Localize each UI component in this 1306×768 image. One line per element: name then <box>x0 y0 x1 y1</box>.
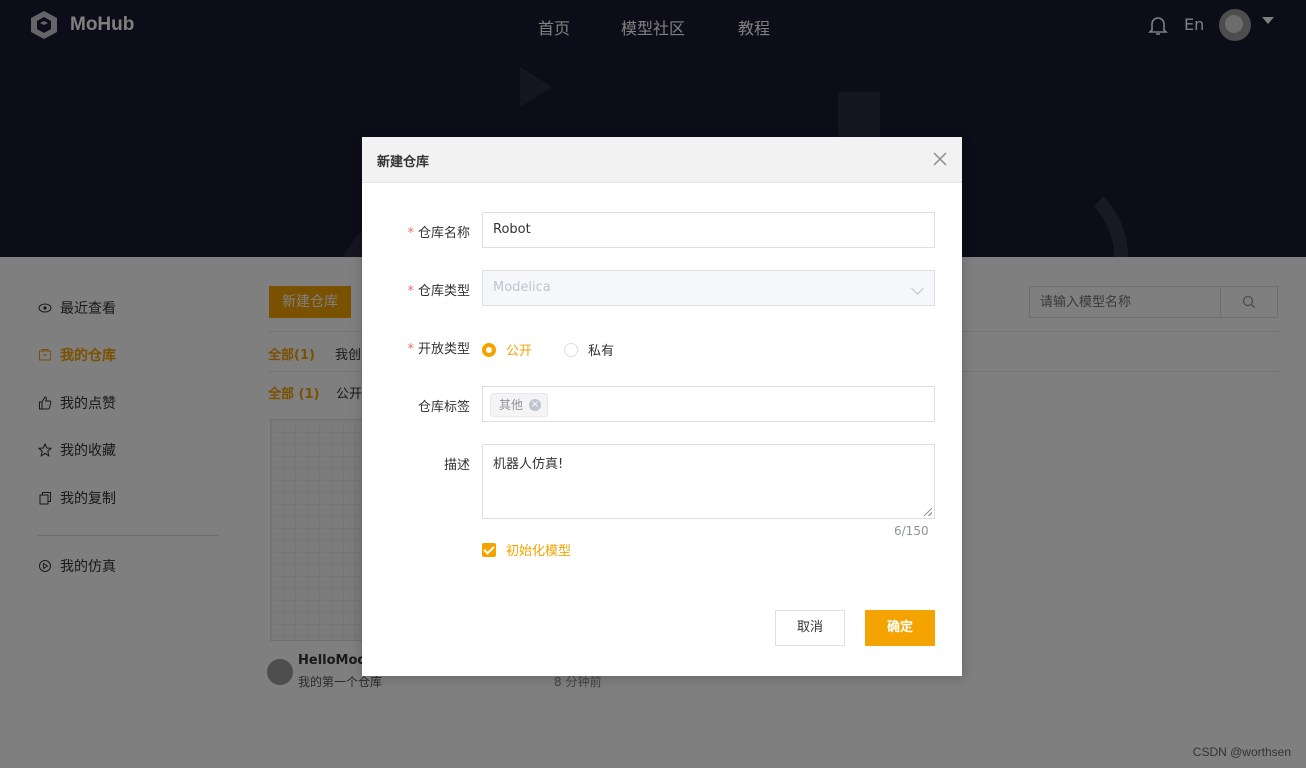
repo-type-value: Modelica <box>493 280 551 295</box>
description-label: 描述 <box>443 458 470 473</box>
repo-name-field[interactable]: Robot <box>482 212 935 248</box>
radio-dot <box>564 342 578 357</box>
repo-type-select[interactable]: Modelica <box>482 270 935 306</box>
radio-label: 公开 <box>506 344 533 359</box>
repo-tags-label: 仓库标签 <box>417 400 470 415</box>
new-repo-dialog: 新建仓库 * 仓库名称 Robot * 仓库类型 Modelica * 开放类型 公开… <box>362 137 962 676</box>
open-type-label: * 开放类型 <box>407 342 470 357</box>
radio-private[interactable]: 私有 <box>564 340 614 359</box>
chevron-down-icon <box>911 282 924 295</box>
tag-chip: 其他 × <box>490 393 549 417</box>
checkbox-label: 初始化模型 <box>506 544 572 559</box>
cancel-button[interactable]: 取消 <box>775 610 845 646</box>
char-counter: 6/150 <box>894 524 929 538</box>
description-textarea[interactable]: 机器人仿真! <box>482 444 935 519</box>
dialog-title: 新建仓库 <box>377 155 430 170</box>
tag-label: 其他 <box>499 398 524 412</box>
close-icon[interactable]: × <box>529 399 542 411</box>
resize-handle[interactable] <box>924 508 932 516</box>
radio-public[interactable]: 公开 <box>482 340 532 359</box>
close-icon[interactable] <box>932 151 948 167</box>
repo-type-label: * 仓库类型 <box>407 284 470 299</box>
checkbox-checked-icon <box>482 542 496 557</box>
repo-name-label: * 仓库名称 <box>407 226 470 241</box>
radio-label: 私有 <box>588 344 615 359</box>
radio-dot <box>482 342 496 357</box>
repo-tags-field[interactable]: 其他 × <box>482 386 935 422</box>
description-value: 机器人仿真! <box>493 457 564 472</box>
dialog-header: 新建仓库 <box>362 137 962 183</box>
confirm-button[interactable]: 确定 <box>865 610 935 646</box>
init-model-checkbox[interactable]: 初始化模型 <box>482 540 571 559</box>
